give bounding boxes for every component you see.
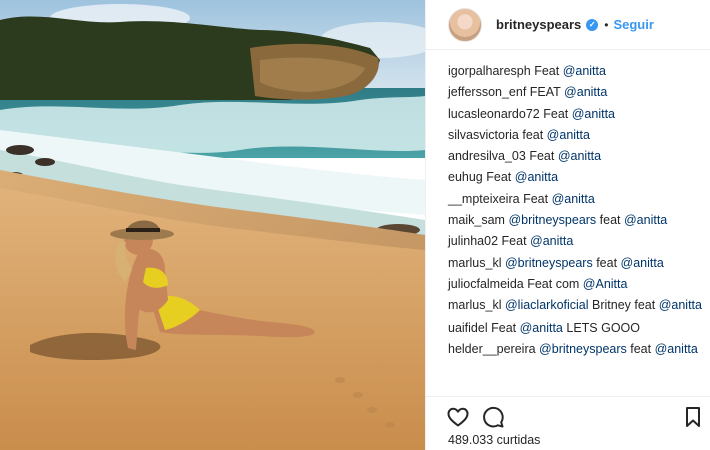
comment-text: Feat com [527, 276, 583, 291]
comment-username-link[interactable]: maik_sam [448, 213, 505, 227]
mention-link[interactable]: @anitta [624, 213, 667, 227]
mention-link[interactable]: @britneyspears [508, 213, 596, 227]
comment-text: LETS GOOO [562, 320, 640, 335]
header-separator: • [604, 17, 609, 32]
comment-text: feat [626, 342, 655, 357]
comment-row: euhug Feat @anitta [448, 167, 703, 188]
comment-username-link[interactable]: marlus_kl [448, 298, 502, 312]
comment-username-link[interactable]: andresilva_03 [448, 149, 526, 163]
comment-text: Feat [529, 149, 558, 164]
comment-row: uaifidel Feat @anitta LETS GOOO [448, 318, 703, 339]
comment-username-link[interactable]: __mpteixeira [448, 192, 520, 206]
beach-photo-image [0, 0, 425, 450]
mention-link[interactable]: @anitta [552, 192, 595, 206]
comment-text: Feat [543, 106, 572, 121]
comment-text: feat [592, 255, 621, 270]
comment-row: __mpteixeira Feat @anitta [448, 189, 703, 210]
mention-link[interactable]: @anitta [659, 298, 702, 312]
mention-link[interactable]: @anitta [563, 64, 606, 78]
comment-row: lucasleonardo72 Feat @anitta [448, 104, 703, 125]
comment-text: Feat [523, 191, 552, 206]
comment-text: feat [596, 213, 624, 228]
post-photo[interactable] [0, 0, 425, 450]
action-bar [426, 396, 710, 430]
comment-username-link[interactable]: silvasvictoria [448, 128, 519, 142]
comment-row: marlus_kl @britneyspears feat @anitta [448, 253, 703, 274]
instagram-post: britneyspears ✓ • Seguir igorpalharesph … [0, 0, 710, 450]
bookmark-icon[interactable] [681, 405, 705, 429]
verified-badge-icon: ✓ [586, 18, 599, 31]
comment-username-link[interactable]: helder__pereira [448, 342, 536, 356]
comment-text: FEAT [529, 85, 565, 100]
mention-link[interactable]: @anitta [520, 321, 563, 335]
comment-username-link[interactable]: lucasleonardo72 [448, 107, 540, 121]
mention-link[interactable]: @anitta [515, 170, 558, 184]
comment-username-link[interactable]: juliocfalmeida [448, 277, 524, 291]
post-side-panel: britneyspears ✓ • Seguir igorpalharesph … [425, 0, 710, 450]
mention-link[interactable]: @liaclarkoficial [505, 298, 589, 312]
comment-bubble-icon[interactable] [481, 405, 505, 429]
comment-username-link[interactable]: igorpalharesph [448, 64, 531, 78]
comment-row: juliocfalmeida Feat com @Anitta [448, 274, 703, 295]
comment-username-link[interactable]: jeffersson_enf [448, 85, 526, 99]
comment-text: Feat [491, 320, 520, 335]
mention-link[interactable]: @anitta [530, 234, 573, 248]
comment-row: marlus_kl @liaclarkoficial Britney feat … [448, 295, 703, 318]
mention-link[interactable]: @britneyspears [539, 342, 627, 356]
comment-username-link[interactable]: marlus_kl [448, 256, 502, 270]
mention-link[interactable]: @anitta [547, 128, 590, 142]
post-header: britneyspears ✓ • Seguir [426, 0, 710, 50]
comment-username-link[interactable]: uaifidel [448, 321, 488, 335]
mention-link[interactable]: @anitta [572, 107, 615, 121]
username-link[interactable]: britneyspears [496, 17, 581, 32]
comment-text: Feat [534, 64, 563, 78]
mention-link[interactable]: @anitta [621, 256, 664, 270]
comment-text: feat [522, 127, 547, 142]
comment-row: igorpalharesph Feat @anitta [448, 61, 703, 82]
comment-text: Feat [501, 234, 531, 249]
mention-link[interactable]: @anitta [558, 149, 601, 163]
heart-icon[interactable] [446, 405, 470, 429]
mention-link[interactable]: @anitta [655, 342, 698, 356]
mention-link[interactable]: @Anitta [583, 277, 628, 291]
comment-row: maik_sam @britneyspears feat @anitta [448, 210, 703, 231]
comment-list: igorpalharesph Feat @anitta jeffersson_en… [448, 61, 703, 362]
mention-link[interactable]: @britneyspears [505, 256, 593, 270]
comment-text: Feat [486, 170, 515, 185]
mention-link[interactable]: @anitta [564, 85, 607, 99]
comment-row: julinha02 Feat @anitta [448, 231, 703, 252]
follow-button[interactable]: Seguir [613, 17, 653, 32]
comment-row: silvasvictoria feat @anitta [448, 125, 703, 146]
comment-row: helder__pereira @britneyspears feat @ani… [448, 339, 703, 362]
likes-count[interactable]: 489.033 curtidas [448, 433, 540, 447]
comment-row: andresilva_03 Feat @anitta [448, 146, 703, 167]
avatar[interactable] [448, 7, 482, 42]
comment-username-link[interactable]: euhug [448, 170, 483, 184]
comment-text: Britney feat [588, 298, 659, 313]
comment-row: jeffersson_enf FEAT @anitta [448, 82, 703, 103]
comment-username-link[interactable]: julinha02 [448, 234, 498, 248]
